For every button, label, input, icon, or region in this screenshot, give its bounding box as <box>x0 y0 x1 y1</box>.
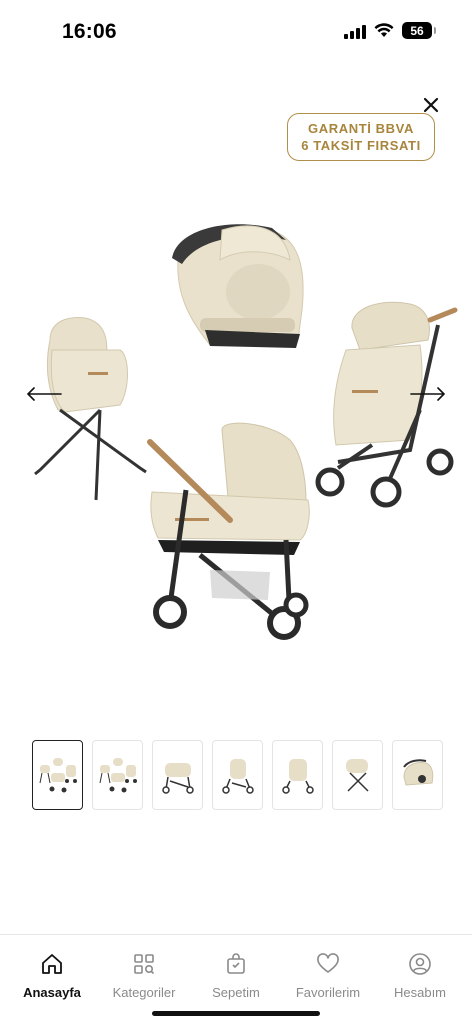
car-seat-illustration <box>172 224 304 348</box>
carrycot-stroller-thumb-icon <box>161 763 194 794</box>
thumbnail-3[interactable] <box>152 740 203 810</box>
arrow-right-icon <box>410 387 446 401</box>
arrow-left-icon <box>26 387 62 401</box>
nav-item-account[interactable]: Hesabım <box>375 935 465 1024</box>
thumbnail-4[interactable] <box>212 740 263 810</box>
close-icon <box>423 97 439 113</box>
home-indicator <box>152 1011 320 1016</box>
travel-system-thumb-icon <box>39 758 77 793</box>
thumbnail-2[interactable] <box>92 740 143 810</box>
heart-icon <box>317 953 339 973</box>
nav-item-home[interactable]: Anasayfa <box>7 935 97 1024</box>
travel-system-thumb-icon <box>99 758 137 793</box>
wifi-icon <box>374 23 394 37</box>
status-bar: 16:06 56 <box>0 0 472 60</box>
next-image-button[interactable] <box>408 380 448 408</box>
promo-badge[interactable]: GARANTİ BBVA 6 TAKSİT FIRSATI <box>287 113 435 161</box>
promo-line-1: GARANTİ BBVA <box>308 121 414 136</box>
carrycot-stroller-illustration <box>147 422 310 640</box>
car-seat-thumb-icon <box>402 759 433 786</box>
cellular-signal-icon <box>344 23 366 39</box>
stroller-thumb-icon <box>221 759 254 794</box>
thumbnail-5[interactable] <box>272 740 323 810</box>
promo-line-2: 6 TAKSİT FIRSATI <box>301 138 421 153</box>
nav-label-favorites: Favorilerim <box>295 985 361 1000</box>
thumbnail-6[interactable] <box>332 740 383 810</box>
categories-icon <box>134 954 155 975</box>
nav-label-cart: Sepetim <box>212 985 260 1000</box>
status-time: 16:06 <box>62 20 117 43</box>
product-image <box>34 224 458 640</box>
thumbnail-1[interactable] <box>32 740 83 810</box>
nav-label-categories: Kategoriler <box>112 985 176 1000</box>
home-icon <box>42 954 62 974</box>
thumbnail-7[interactable] <box>392 740 443 810</box>
bassinet-stand-thumb-icon <box>345 759 369 792</box>
bag-icon <box>227 953 245 974</box>
nav-label-account: Hesabım <box>393 985 447 1000</box>
nav-label-home: Anasayfa <box>23 985 81 1000</box>
battery-indicator: 56 <box>402 22 436 39</box>
status-icons: 56 <box>344 22 436 39</box>
account-icon <box>409 953 431 975</box>
stroller-footmuff-thumb-icon <box>281 759 314 794</box>
battery-level: 56 <box>410 23 424 38</box>
previous-image-button[interactable] <box>24 380 64 408</box>
bassinet-stand-illustration <box>34 317 147 501</box>
thumbnail-strip <box>32 740 443 810</box>
